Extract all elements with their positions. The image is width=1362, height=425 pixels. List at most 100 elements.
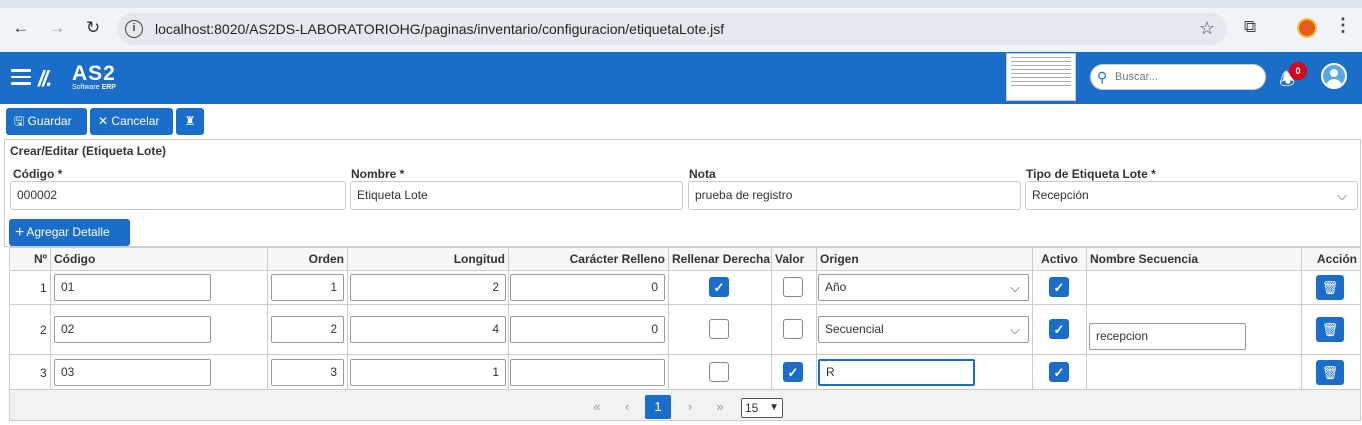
browser-menu-icon[interactable]: ⋮ xyxy=(1334,15,1352,36)
browser-profile-icon[interactable] xyxy=(1297,18,1317,38)
origen-select[interactable]: Secuencial ⌵ xyxy=(818,316,1029,343)
hamburger-menu-icon[interactable] xyxy=(11,69,31,85)
detail-table: Nº Código Orden Longitud Carácter Rellen… xyxy=(9,247,1361,421)
main-content: 🖫 Guardar ✕ Cancelar ♜ Crear/Editar (Eti… xyxy=(0,104,1362,425)
col-orden[interactable]: Orden xyxy=(267,248,347,271)
nota-field[interactable]: prueba de registro xyxy=(688,181,1021,210)
origen-select[interactable]: Año ⌵ xyxy=(818,274,1029,301)
bookmark-star-icon[interactable]: ☆ xyxy=(1199,18,1215,39)
table-row: 1 01 1 2 0 ✓ Año ⌵ ✓ 🗑 xyxy=(10,271,1360,305)
col-secuencia[interactable]: Nombre Secuencia xyxy=(1086,248,1301,271)
activo-checkbox[interactable]: ✓ xyxy=(1049,277,1069,297)
url-text[interactable]: localhost:8020/AS2DS-LABORATORIOHG/pagin… xyxy=(155,21,724,37)
report-thumbnail[interactable] xyxy=(1006,53,1076,101)
browser-chrome: ← → ↻ i localhost:8020/AS2DS-LABORATORIO… xyxy=(0,0,1362,52)
save-icon: 🖫 xyxy=(14,114,25,128)
page-1-button[interactable]: 1 xyxy=(645,395,671,419)
nota-label: Nota xyxy=(689,167,716,181)
longitud-input[interactable]: 2 xyxy=(350,274,506,301)
activo-checkbox[interactable]: ✓ xyxy=(1049,362,1069,382)
rellenar-checkbox[interactable] xyxy=(709,362,729,382)
search-input[interactable] xyxy=(1115,68,1255,86)
longitud-input[interactable]: 1 xyxy=(350,359,506,386)
logo-mark: //. xyxy=(38,66,52,91)
form-title: Crear/Editar (Etiqueta Lote) xyxy=(10,144,167,158)
orden-input[interactable]: 2 xyxy=(271,316,344,343)
rows-per-page-select[interactable]: 15 ▼ xyxy=(741,398,783,418)
col-rellenar[interactable]: Rellenar Derecha xyxy=(668,248,771,271)
save-button[interactable]: 🖫 Guardar xyxy=(6,108,87,135)
col-origen[interactable]: Origen xyxy=(816,248,1032,271)
rellenar-checkbox[interactable]: ✓ xyxy=(709,277,729,297)
table-header: Nº Código Orden Longitud Carácter Rellen… xyxy=(10,248,1360,271)
activo-checkbox[interactable]: ✓ xyxy=(1049,319,1069,339)
forward-icon[interactable]: → xyxy=(46,17,68,39)
table-row: 3 03 3 1 ✓ R ✓ 🗑 xyxy=(10,355,1360,390)
trash-icon: 🗑 xyxy=(1321,365,1339,380)
user-avatar[interactable] xyxy=(1321,63,1347,89)
codigo-input[interactable]: 01 xyxy=(54,274,211,301)
row-number: 1 xyxy=(40,281,47,295)
next-page-button[interactable]: › xyxy=(677,395,703,419)
delete-row-button[interactable]: 🗑 xyxy=(1316,275,1344,300)
codigo-input[interactable]: 02 xyxy=(54,316,211,343)
search-icon: ⚲ xyxy=(1097,69,1108,85)
rellenar-checkbox[interactable] xyxy=(709,319,729,339)
orden-input[interactable]: 3 xyxy=(271,359,344,386)
as2-logo: //. AS2 Software ERP xyxy=(38,62,128,94)
back-icon[interactable]: ← xyxy=(10,17,32,39)
logo-subtitle: Software ERP xyxy=(72,84,116,91)
trash-icon: 🗑 xyxy=(1321,322,1339,337)
search-box[interactable]: ⚲ xyxy=(1090,64,1266,90)
caracter-input[interactable]: 0 xyxy=(510,316,665,343)
add-detail-button[interactable]: + Agregar Detalle xyxy=(9,219,130,246)
orden-input[interactable]: 1 xyxy=(271,274,344,301)
col-caracter[interactable]: Carácter Relleno xyxy=(508,248,668,271)
codigo-input[interactable]: 03 xyxy=(54,359,211,386)
prev-page-button[interactable]: ‹ xyxy=(614,395,640,419)
chevron-down-icon: ⌵ xyxy=(1337,188,1347,203)
trash-icon: 🗑 xyxy=(1321,280,1339,295)
row-number: 3 xyxy=(40,366,47,380)
col-activo[interactable]: Activo xyxy=(1032,248,1086,271)
col-num[interactable]: Nº xyxy=(10,248,50,271)
row-number: 2 xyxy=(40,323,47,337)
col-codigo[interactable]: Código xyxy=(50,248,267,271)
reload-icon[interactable]: ↻ xyxy=(82,17,104,39)
longitud-input[interactable]: 4 xyxy=(350,316,506,343)
extra-action-button[interactable]: ♜ xyxy=(176,108,204,135)
chevron-down-icon: ⌵ xyxy=(1010,280,1020,295)
tipo-select[interactable]: Recepción ⌵ xyxy=(1025,181,1358,210)
logo-name: AS2 xyxy=(72,62,116,85)
codigo-field[interactable]: 000002 xyxy=(10,181,346,210)
valor-checkbox[interactable] xyxy=(783,319,803,339)
address-bar[interactable]: i localhost:8020/AS2DS-LABORATORIOHG/pag… xyxy=(117,13,1227,45)
plus-icon: + xyxy=(15,224,25,241)
tab-strip xyxy=(0,0,1362,8)
first-page-button[interactable]: « xyxy=(584,395,610,419)
col-longitud[interactable]: Longitud xyxy=(347,248,508,271)
site-info-icon[interactable]: i xyxy=(125,20,143,38)
chevron-down-icon: ▼ xyxy=(769,402,779,413)
caracter-input[interactable] xyxy=(510,359,665,386)
chevron-down-icon: ⌵ xyxy=(1010,322,1020,337)
origen-text-input[interactable]: R xyxy=(818,359,975,386)
notification-count-badge: 0 xyxy=(1289,62,1307,80)
caracter-input[interactable]: 0 xyxy=(510,274,665,301)
delete-row-button[interactable]: 🗑 xyxy=(1316,360,1344,385)
table-row: 2 02 2 4 0 Secuencial ⌵ ✓ recepcion 🗑 xyxy=(10,305,1360,355)
tool-icon: ♜ xyxy=(184,114,196,128)
col-valor[interactable]: Valor xyxy=(771,248,816,271)
codigo-label: Código * xyxy=(13,167,63,181)
secuencia-input[interactable]: recepcion xyxy=(1089,323,1246,350)
valor-checkbox[interactable] xyxy=(783,277,803,297)
valor-checkbox[interactable]: ✓ xyxy=(783,362,803,382)
nombre-field[interactable]: Etiqueta Lote xyxy=(350,181,683,210)
tipo-label: Tipo de Etiqueta Lote * xyxy=(1026,167,1156,181)
nombre-label: Nombre * xyxy=(351,167,405,181)
last-page-button[interactable]: » xyxy=(707,395,733,419)
cancel-button[interactable]: ✕ Cancelar xyxy=(90,108,173,135)
delete-row-button[interactable]: 🗑 xyxy=(1316,317,1344,342)
extensions-icon[interactable]: ⧉ xyxy=(1244,17,1256,37)
col-accion[interactable]: Acción xyxy=(1301,248,1360,271)
